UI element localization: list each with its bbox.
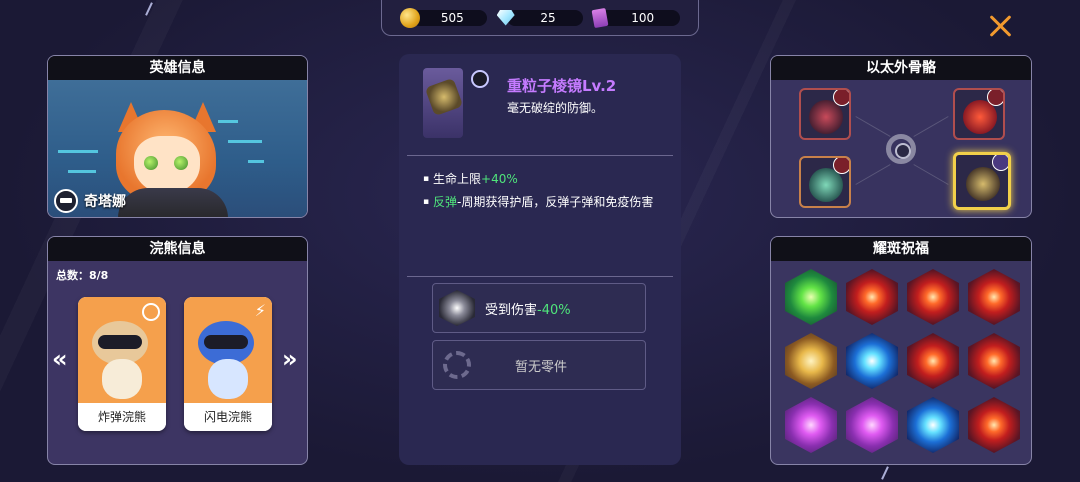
blessing-grid — [785, 269, 1020, 453]
prism-icon — [424, 76, 464, 117]
blessing-vortex-icon[interactable] — [846, 333, 898, 389]
part-slot-2[interactable]: 暂无零件 — [432, 340, 646, 390]
blessing-flare-icon[interactable] — [846, 269, 898, 325]
raccoon-card-label: 炸弹浣熊 — [78, 403, 166, 431]
decor-slash — [881, 466, 889, 480]
bomb-icon — [142, 303, 160, 321]
gear-icon — [439, 347, 475, 383]
arrow-icon — [833, 158, 849, 174]
item-detail-panel: 重粒子棱镜Lv.2 毫无破绽的防御。 生命上限+40% 反弹-周期获得护盾，反弹… — [399, 54, 681, 465]
raccoon-card-lightning[interactable]: ⚡ 闪电浣熊 — [184, 297, 272, 431]
raccoon-card-label: 闪电浣熊 — [184, 403, 272, 431]
blessing-flare-icon[interactable] — [968, 269, 1020, 325]
core-ring-icon — [886, 134, 916, 164]
blessing-shield-icon[interactable] — [785, 333, 837, 389]
item-description: 毫无破绽的防御。 — [507, 101, 604, 115]
part-slot-1-text: 受到伤害-40% — [485, 302, 571, 318]
exo-slot-1[interactable] — [799, 88, 851, 140]
ether-exoskeleton-panel: 以太外骨骼 — [770, 55, 1032, 218]
currency-bar: 505 25 100 — [381, 0, 699, 36]
blessing-flare-icon[interactable] — [907, 333, 959, 389]
upgrade-arrow-icon — [992, 155, 1008, 171]
raccoon-info-panel: 浣熊信息 总数：8/8 « » 炸弹浣熊 ⚡ 闪电浣熊 — [47, 236, 308, 465]
ticket-value: 100 — [599, 9, 681, 26]
stat-reflect: 反弹-周期获得护盾，反弹子弹和免疫伤害 — [423, 192, 663, 212]
hero-info-panel: 英雄信息 奇塔娜 — [47, 55, 308, 218]
gem-value: 25 — [506, 9, 584, 26]
part-slot-2-text: 暂无零件 — [515, 359, 568, 375]
stat-hp: 生命上限+40% — [423, 169, 663, 189]
raccoon-info-title: 浣熊信息 — [48, 237, 307, 261]
exo-slot-3[interactable] — [799, 156, 851, 208]
blessing-crystal-icon[interactable] — [785, 397, 837, 453]
exo-slot-2[interactable] — [953, 88, 1005, 140]
flame-icon — [439, 290, 475, 326]
next-arrow-icon[interactable]: » — [282, 345, 298, 373]
blessing-gem-icon[interactable] — [846, 397, 898, 453]
blessing-explosion-icon[interactable] — [907, 269, 959, 325]
coin-icon — [400, 7, 420, 28]
item-title: 重粒子棱镜Lv.2 — [507, 77, 617, 95]
prev-arrow-icon[interactable]: « — [52, 345, 68, 373]
hero-name-row: 奇塔娜 — [54, 189, 126, 213]
ether-exoskeleton-title: 以太外骨骼 — [771, 56, 1031, 80]
flare-blessing-title: 耀斑祝福 — [771, 237, 1031, 261]
exo-slot-4-selected[interactable] — [953, 152, 1011, 210]
lightning-icon: ⚡ — [254, 301, 266, 320]
coin-value: 505 — [412, 9, 487, 26]
raccoon-total: 总数：8/8 — [56, 269, 109, 282]
blessing-vortex-icon[interactable] — [907, 397, 959, 453]
blessing-flare-icon[interactable] — [968, 333, 1020, 389]
divider — [407, 155, 673, 156]
ticket-counter: 100 — [591, 7, 681, 28]
close-icon[interactable] — [988, 14, 1014, 40]
flame-icon — [987, 90, 1003, 106]
pistol-icon — [54, 189, 78, 213]
skull-icon — [833, 90, 849, 106]
coin-counter: 505 — [400, 7, 487, 28]
divider — [407, 276, 673, 277]
decor-slash — [145, 2, 153, 16]
part-slot-1[interactable]: 受到伤害-40% — [432, 283, 646, 333]
flare-blessing-panel: 耀斑祝福 — [770, 236, 1032, 465]
hero-info-title: 英雄信息 — [48, 56, 307, 80]
hero-portrait[interactable]: 奇塔娜 — [48, 80, 307, 217]
hero-name: 奇塔娜 — [84, 194, 126, 210]
raccoon-card-bomb[interactable]: 炸弹浣熊 — [78, 297, 166, 431]
blessing-triangle-icon[interactable] — [785, 269, 837, 325]
gem-counter: 25 — [496, 8, 584, 28]
upgrade-arrow-icon — [471, 70, 489, 88]
blessing-explosion-icon[interactable] — [968, 397, 1020, 453]
